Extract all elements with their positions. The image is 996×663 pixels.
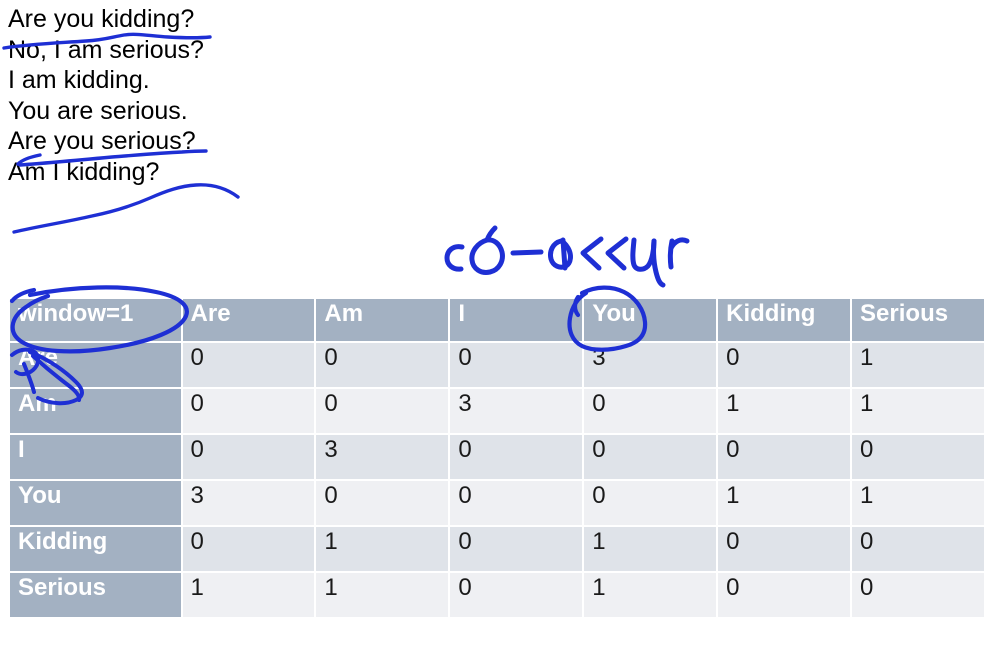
matrix-cell: 3 — [584, 343, 717, 387]
sentence-line: Are you serious? — [8, 127, 196, 155]
matrix-table: window=1 Are Am I You Kidding Serious Ar… — [8, 297, 986, 619]
matrix-cell: 0 — [852, 573, 984, 617]
matrix-cell: 0 — [316, 343, 449, 387]
matrix-cell: 0 — [450, 527, 583, 571]
matrix-body: Are 0 0 0 3 0 1 Am 0 0 3 0 1 1 I 0 3 0 0… — [10, 343, 984, 617]
matrix-cell: 1 — [584, 573, 717, 617]
row-header-are: Are — [10, 343, 181, 387]
matrix-cell: 1 — [718, 389, 851, 433]
matrix-cell: 0 — [718, 435, 851, 479]
row-header-i: I — [10, 435, 181, 479]
matrix-cell: 1 — [852, 343, 984, 387]
matrix-cell: 0 — [718, 527, 851, 571]
row-header-you: You — [10, 481, 181, 525]
column-header-kidding: Kidding — [718, 299, 851, 341]
table-row: Serious 1 1 0 1 0 0 — [10, 573, 984, 617]
matrix-cell: 3 — [316, 435, 449, 479]
column-header-you: You — [584, 299, 717, 341]
matrix-cell: 1 — [316, 573, 449, 617]
matrix-cell: 0 — [182, 343, 315, 387]
ink-curve-am-to-you — [12, 183, 240, 234]
sentence-line: You are serious. — [8, 96, 188, 125]
matrix-cell: 1 — [852, 389, 984, 433]
matrix-cell: 0 — [718, 573, 851, 617]
matrix-cell: 0 — [182, 527, 315, 571]
matrix-corner-label: window=1 — [10, 299, 181, 341]
ink-handwritten-co-occur — [444, 225, 690, 288]
sentence-line: I am kidding. — [8, 66, 150, 94]
matrix-cell: 1 — [852, 481, 984, 525]
matrix-cell: 0 — [450, 573, 583, 617]
row-header-kidding: Kidding — [10, 527, 181, 571]
table-header-row: window=1 Are Am I You Kidding Serious — [10, 299, 984, 341]
column-header-serious: Serious — [852, 299, 984, 341]
matrix-cell: 0 — [852, 527, 984, 571]
co-occurrence-matrix: window=1 Are Am I You Kidding Serious Ar… — [8, 297, 986, 619]
matrix-cell: 1 — [182, 573, 315, 617]
matrix-cell: 0 — [316, 389, 449, 433]
example-sentence-list: Are you kidding? No, I am serious? I am … — [8, 4, 528, 187]
matrix-cell: 0 — [316, 481, 449, 525]
matrix-cell: 3 — [450, 389, 583, 433]
matrix-cell: 0 — [450, 343, 583, 387]
slide-canvas: Are you kidding? No, I am serious? I am … — [0, 0, 996, 663]
matrix-cell: 1 — [718, 481, 851, 525]
sentence-line: Are you kidding? — [8, 5, 195, 33]
matrix-cell: 0 — [852, 435, 984, 479]
table-row: I 0 3 0 0 0 0 — [10, 435, 984, 479]
matrix-cell: 1 — [584, 527, 717, 571]
matrix-cell: 1 — [316, 527, 449, 571]
table-row: You 3 0 0 0 1 1 — [10, 481, 984, 525]
matrix-cell: 0 — [182, 435, 315, 479]
column-header-i: I — [450, 299, 583, 341]
table-row: Am 0 0 3 0 1 1 — [10, 389, 984, 433]
matrix-cell: 0 — [718, 343, 851, 387]
column-header-are: Are — [182, 299, 315, 341]
sentence-line: Am I kidding? — [8, 157, 160, 186]
matrix-cell: 0 — [450, 435, 583, 479]
matrix-cell: 0 — [584, 389, 717, 433]
sentence-line: No, I am serious? — [8, 35, 204, 64]
matrix-cell: 0 — [450, 481, 583, 525]
matrix-cell: 0 — [182, 389, 315, 433]
row-header-am: Am — [10, 389, 181, 433]
column-header-am: Am — [316, 299, 449, 341]
matrix-cell: 3 — [182, 481, 315, 525]
table-row: Are 0 0 0 3 0 1 — [10, 343, 984, 387]
row-header-serious: Serious — [10, 573, 181, 617]
matrix-header: window=1 Are Am I You Kidding Serious — [10, 299, 984, 341]
matrix-cell: 0 — [584, 435, 717, 479]
matrix-cell: 0 — [584, 481, 717, 525]
table-row: Kidding 0 1 0 1 0 0 — [10, 527, 984, 571]
